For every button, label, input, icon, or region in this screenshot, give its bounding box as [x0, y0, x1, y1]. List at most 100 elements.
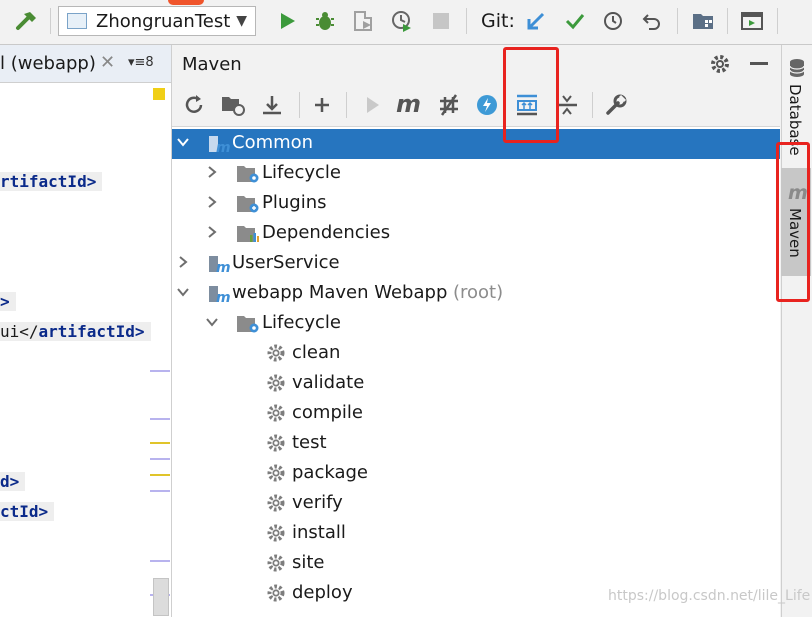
- tree-row-label: Plugins: [262, 192, 327, 213]
- code-line: rtifactId>: [0, 172, 103, 191]
- tree-row-install[interactable]: install: [172, 519, 780, 549]
- database-icon: [788, 58, 806, 78]
- maven-module-icon: m: [207, 133, 231, 155]
- chevron-right-icon[interactable]: [205, 195, 219, 209]
- toggle-offline-icon[interactable]: [436, 93, 462, 117]
- tree-row-verify[interactable]: verify: [172, 489, 780, 519]
- tree-row-label: webapp Maven Webapp: [232, 282, 448, 303]
- maven-panel-header: [172, 45, 780, 83]
- plugins-folder-icon: [236, 193, 260, 215]
- code-line: >: [0, 292, 16, 311]
- warning-marker[interactable]: [153, 88, 165, 100]
- run-config-icon: [67, 13, 87, 29]
- tree-row-webapp-maven-webapp[interactable]: m webapp Maven Webapp (root): [172, 279, 780, 309]
- change-marker: [150, 442, 170, 444]
- minimize-icon[interactable]: [750, 62, 768, 65]
- main-toolbar: ZhongruanTest ▼ Git:: [0, 0, 812, 45]
- tree-row-label: site: [292, 552, 325, 573]
- tree-row-label: Lifecycle: [262, 162, 341, 183]
- lifecycle-folder-icon: [236, 313, 260, 335]
- history-icon[interactable]: [598, 6, 628, 36]
- tree-row-label: compile: [292, 402, 363, 423]
- tree-row-label: UserService: [232, 252, 340, 273]
- gear-icon: [266, 403, 286, 423]
- code-line: ctId>: [0, 502, 55, 521]
- gear-icon: [266, 433, 286, 453]
- svg-text:m: m: [216, 140, 231, 155]
- run-configuration-dropdown[interactable]: ZhongruanTest ▼: [58, 6, 256, 36]
- run-icon[interactable]: [272, 6, 302, 36]
- hammer-icon[interactable]: [12, 6, 42, 36]
- run-maven-icon[interactable]: [360, 93, 384, 117]
- tab-list-dropdown[interactable]: ▾≡8: [128, 55, 154, 70]
- chevron-down-icon[interactable]: [205, 315, 219, 329]
- maven-module-icon: m: [207, 253, 231, 275]
- change-marker: [150, 418, 170, 420]
- tree-row-validate[interactable]: validate: [172, 369, 780, 399]
- close-icon[interactable]: ✕: [100, 52, 115, 73]
- add-icon[interactable]: [310, 93, 334, 117]
- tree-row-label: Lifecycle: [262, 312, 341, 333]
- tree-row-label: deploy: [292, 582, 353, 603]
- change-marker: [150, 370, 170, 372]
- profile-icon[interactable]: [387, 6, 417, 36]
- run-anything-icon[interactable]: [737, 6, 767, 36]
- tree-row-lifecycle[interactable]: Lifecycle: [172, 309, 780, 339]
- watermark: https://blog.csdn.net/lile_Life: [608, 588, 811, 604]
- download-icon[interactable]: [260, 93, 284, 117]
- gear-icon[interactable]: [708, 52, 732, 76]
- editor-scrollbar[interactable]: [153, 578, 169, 616]
- tree-row-lifecycle[interactable]: Lifecycle: [172, 159, 780, 189]
- chevron-right-icon[interactable]: [176, 255, 190, 269]
- tree-row-site[interactable]: site: [172, 549, 780, 579]
- run-config-label: ZhongruanTest: [96, 10, 231, 32]
- reimport-folder-icon[interactable]: [220, 93, 246, 117]
- coverage-icon[interactable]: [348, 6, 378, 36]
- tree-row-label: verify: [292, 492, 343, 513]
- rollback-icon[interactable]: [637, 6, 667, 36]
- chevron-right-icon[interactable]: [205, 225, 219, 239]
- maven-panel-title: Maven: [182, 54, 242, 75]
- settings-wrench-icon[interactable]: [604, 93, 628, 117]
- tree-row-plugins[interactable]: Plugins: [172, 189, 780, 219]
- dependencies-folder-icon: [236, 223, 260, 245]
- tree-row-clean[interactable]: clean: [172, 339, 780, 369]
- tree-row-label: clean: [292, 342, 341, 363]
- chevron-down-icon[interactable]: [176, 285, 190, 299]
- tree-row-label: install: [292, 522, 346, 543]
- gear-icon: [266, 373, 286, 393]
- lifecycle-folder-icon: [236, 163, 260, 185]
- update-icon[interactable]: [521, 6, 551, 36]
- tree-row-dependencies[interactable]: Dependencies: [172, 219, 780, 249]
- gear-icon: [266, 553, 286, 573]
- tree-row-label: test: [292, 432, 327, 453]
- chevron-right-icon[interactable]: [205, 165, 219, 179]
- commit-icon[interactable]: [560, 6, 590, 36]
- tree-row-label: Common: [232, 132, 314, 153]
- editor-tab[interactable]: l (webapp) ✕ ▾≡8: [0, 45, 171, 83]
- maven-m-icon[interactable]: m: [396, 90, 421, 118]
- svg-text:m: m: [216, 260, 231, 275]
- change-marker: [150, 474, 170, 476]
- tree-row-test[interactable]: test: [172, 429, 780, 459]
- chevron-down-icon[interactable]: [176, 135, 190, 149]
- highlight-box: [503, 47, 559, 143]
- gear-icon: [266, 493, 286, 513]
- change-marker: [150, 560, 170, 562]
- tree-row-userservice[interactable]: m UserService: [172, 249, 780, 279]
- maven-module-icon: m: [207, 283, 231, 305]
- project-structure-icon[interactable]: [688, 6, 718, 36]
- tree-row-compile[interactable]: compile: [172, 399, 780, 429]
- tree-row-package[interactable]: package: [172, 459, 780, 489]
- reload-icon[interactable]: [182, 93, 206, 117]
- change-marker: [150, 490, 170, 492]
- stop-icon[interactable]: [426, 6, 456, 36]
- git-label: Git:: [481, 10, 515, 32]
- svg-text:m: m: [216, 290, 231, 305]
- debug-icon[interactable]: [310, 6, 340, 36]
- skip-tests-icon[interactable]: [475, 93, 499, 117]
- tree-row-label: Dependencies: [262, 222, 391, 243]
- tree-row-label: validate: [292, 372, 365, 393]
- tree-row-common[interactable]: m Common: [172, 129, 780, 159]
- change-marker: [150, 458, 170, 460]
